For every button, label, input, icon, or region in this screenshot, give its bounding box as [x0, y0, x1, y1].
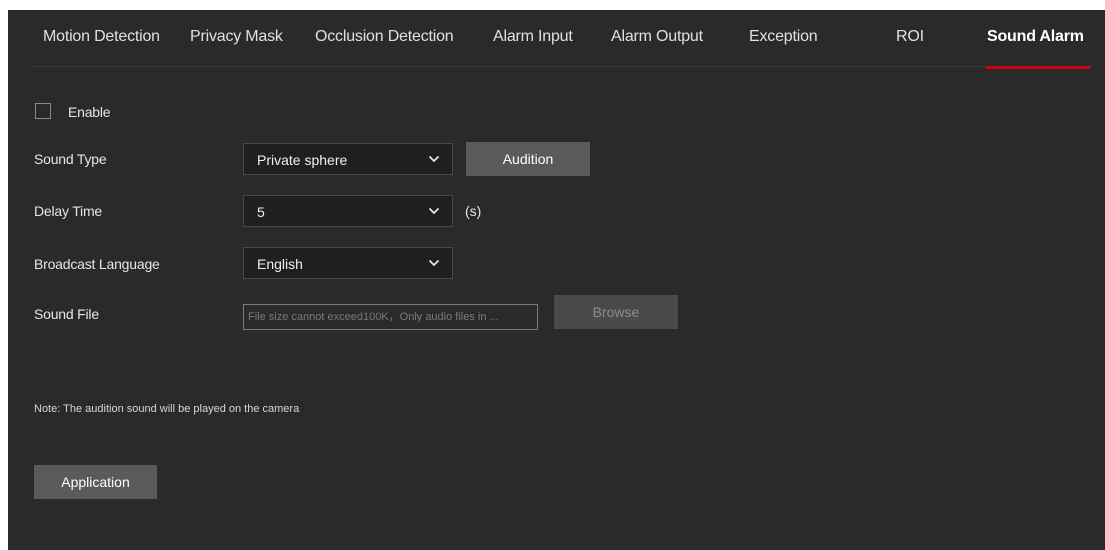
audition-button[interactable]: Audition	[466, 142, 590, 176]
tab-alarm-input[interactable]: Alarm Input	[493, 28, 573, 46]
sound-file-input[interactable]	[243, 304, 538, 330]
tab-privacy-mask[interactable]: Privacy Mask	[190, 28, 283, 46]
chevron-down-icon	[428, 259, 440, 267]
delay-time-unit: (s)	[465, 203, 482, 219]
tab-bar-divider	[32, 66, 1092, 67]
active-tab-indicator	[986, 66, 1090, 69]
enable-checkbox[interactable]	[35, 103, 51, 119]
tab-occlusion-detection[interactable]: Occlusion Detection	[315, 28, 454, 46]
broadcast-language-label: Broadcast Language	[34, 256, 160, 272]
enable-label: Enable	[68, 104, 111, 120]
application-button[interactable]: Application	[34, 465, 157, 499]
sound-file-label: Sound File	[34, 306, 99, 322]
delay-time-label: Delay Time	[34, 203, 103, 219]
broadcast-language-select[interactable]: English	[243, 247, 453, 279]
chevron-down-icon	[428, 155, 440, 163]
delay-time-select[interactable]: 5	[243, 195, 453, 227]
sound-type-value: Private sphere	[257, 152, 348, 168]
chevron-down-icon	[428, 207, 440, 215]
browse-button[interactable]: Browse	[554, 295, 678, 329]
tab-bar: Motion Detection Privacy Mask Occlusion …	[8, 10, 1105, 69]
settings-panel: Motion Detection Privacy Mask Occlusion …	[8, 10, 1105, 550]
tab-sound-alarm[interactable]: Sound Alarm	[987, 28, 1084, 46]
tab-roi[interactable]: ROI	[896, 28, 924, 46]
sound-type-label: Sound Type	[34, 151, 107, 167]
audition-note: Note: The audition sound will be played …	[34, 403, 300, 415]
tab-alarm-output[interactable]: Alarm Output	[611, 28, 703, 46]
delay-time-value: 5	[257, 204, 265, 220]
broadcast-language-value: English	[257, 256, 303, 272]
sound-type-select[interactable]: Private sphere	[243, 143, 453, 175]
tab-motion-detection[interactable]: Motion Detection	[43, 28, 160, 46]
tab-exception[interactable]: Exception	[749, 28, 818, 46]
